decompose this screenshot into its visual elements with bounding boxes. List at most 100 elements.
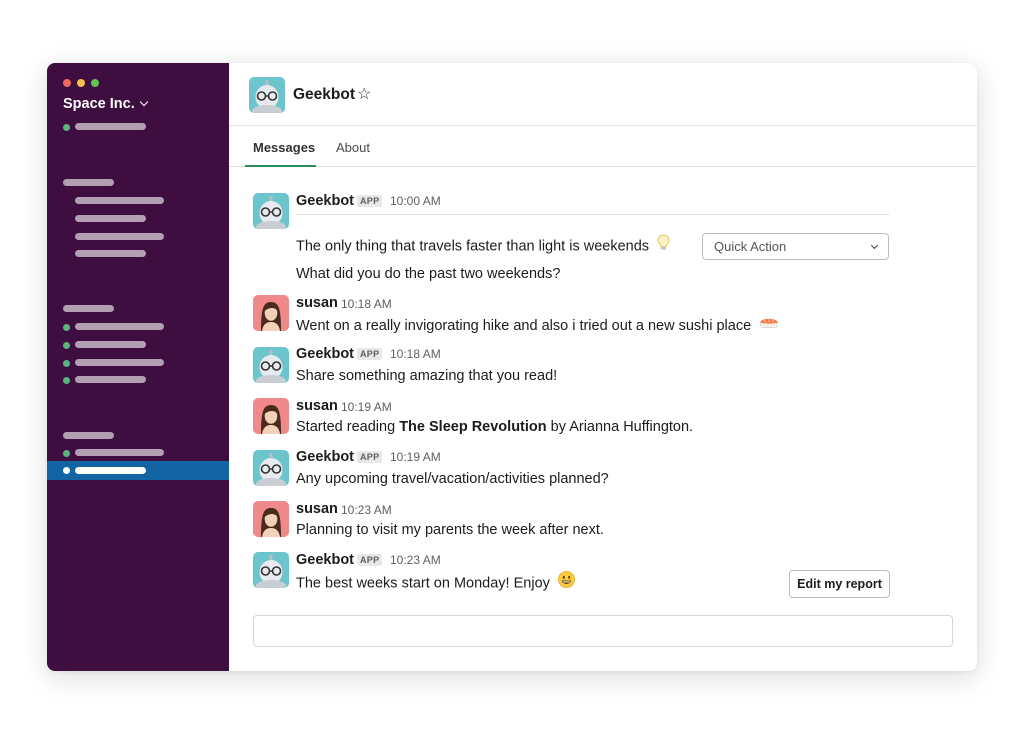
app-window: Space Inc. Geekbot ☆ Messages About Geek… <box>47 63 977 671</box>
message-text: The only thing that travels faster than … <box>296 234 670 257</box>
message-text-part: Started reading <box>296 419 400 435</box>
sidebar-dm-item[interactable] <box>47 341 229 349</box>
presence-dot-icon <box>63 341 70 349</box>
star-outline-icon[interactable]: ☆ <box>357 84 371 104</box>
tab-bar: Messages About <box>229 126 977 167</box>
sidebar-placeholder-bar <box>75 197 164 204</box>
message-line: Went on a really invigorating hike and a… <box>296 317 752 334</box>
presence-dot-icon <box>63 359 70 367</box>
geekbot-avatar[interactable] <box>249 77 285 113</box>
geekbot-avatar[interactable] <box>253 347 289 383</box>
susan-avatar[interactable] <box>253 398 289 434</box>
message-author[interactable]: susan <box>296 501 338 517</box>
sidebar-item[interactable] <box>47 233 229 241</box>
message-timestamp[interactable]: 10:23 AM <box>341 503 392 517</box>
susan-avatar[interactable] <box>253 295 289 331</box>
edit-my-report-button[interactable]: Edit my report <box>789 570 890 598</box>
message-author[interactable]: Geekbot <box>296 346 354 362</box>
message-timestamp[interactable]: 10:23 AM <box>390 553 441 567</box>
sidebar-placeholder-bar <box>75 123 146 130</box>
message-timestamp[interactable]: 10:19 AM <box>341 400 392 414</box>
app-badge: APP <box>357 451 383 463</box>
message-text: The best weeks start on Monday! Enjoy <box>296 571 575 594</box>
sidebar-app-item[interactable] <box>47 449 229 457</box>
presence-dot-icon <box>63 323 70 331</box>
app-badge: APP <box>357 195 383 207</box>
lightbulb-icon <box>657 234 670 255</box>
message-text: Any upcoming travel/vacation/activities … <box>296 471 609 487</box>
tab-messages[interactable]: Messages <box>253 140 315 155</box>
sidebar-placeholder-bar <box>75 323 164 330</box>
active-tab-indicator <box>245 165 316 167</box>
message-line: The best weeks start on Monday! Enjoy <box>296 575 550 592</box>
chevron-down-icon <box>870 241 879 250</box>
message-author[interactable]: Geekbot <box>296 449 354 465</box>
sidebar-item-geekbot-active[interactable] <box>47 461 229 480</box>
geekbot-avatar[interactable] <box>253 552 289 588</box>
sidebar: Space Inc. <box>47 63 229 671</box>
presence-dot-icon <box>63 449 70 457</box>
message-author[interactable]: susan <box>296 295 338 311</box>
window-controls <box>63 79 99 87</box>
message-text-part: by Arianna Huffington. <box>546 419 694 435</box>
sidebar-section-header[interactable] <box>47 179 229 187</box>
book-title: The Sleep Revolution <box>399 419 547 435</box>
maximize-window-button[interactable] <box>91 79 99 87</box>
minimize-window-button[interactable] <box>77 79 85 87</box>
sidebar-placeholder-bar <box>75 215 146 222</box>
presence-dot-icon <box>63 376 70 384</box>
sidebar-item[interactable] <box>47 215 229 223</box>
quick-action-label: Quick Action <box>714 239 787 254</box>
presence-dot-icon <box>63 467 70 474</box>
sidebar-placeholder-bar <box>75 467 146 474</box>
message-line: What did you do the past two weekends? <box>296 266 561 282</box>
geekbot-avatar[interactable] <box>253 193 289 229</box>
channel-header: Geekbot ☆ <box>229 63 977 126</box>
message-timestamp[interactable]: 10:18 AM <box>390 347 441 361</box>
main-pane: Geekbot ☆ Messages About Geekbot APP 10:… <box>229 63 977 671</box>
message-timestamp[interactable]: 10:18 AM <box>341 297 392 311</box>
message-author[interactable]: susan <box>296 398 338 414</box>
message-line: The only thing that travels faster than … <box>296 238 650 255</box>
sidebar-placeholder-bar <box>75 341 146 348</box>
message-text: Share something amazing that you read! <box>296 368 558 384</box>
sidebar-placeholder-bar <box>75 233 164 240</box>
message-author[interactable]: Geekbot <box>296 193 354 209</box>
sidebar-placeholder-bar <box>75 250 146 257</box>
message-text: Started reading The Sleep Revolution by … <box>296 419 693 435</box>
tab-about[interactable]: About <box>336 140 370 155</box>
sidebar-placeholder-bar <box>75 359 164 366</box>
sidebar-user-status[interactable] <box>47 123 229 131</box>
geekbot-avatar[interactable] <box>253 450 289 486</box>
app-badge: APP <box>357 348 383 360</box>
message-text: Went on a really invigorating hike and a… <box>296 317 779 335</box>
message-input[interactable] <box>253 615 953 647</box>
smiley-icon <box>558 571 575 592</box>
close-window-button[interactable] <box>63 79 71 87</box>
sidebar-placeholder-bar <box>63 305 114 312</box>
sidebar-dm-item[interactable] <box>47 376 229 384</box>
presence-dot-icon <box>63 123 70 131</box>
message-timestamp[interactable]: 10:19 AM <box>390 450 441 464</box>
sidebar-item[interactable] <box>47 197 229 205</box>
sidebar-dm-item[interactable] <box>47 359 229 367</box>
app-badge: APP <box>357 554 383 566</box>
workspace-name: Space Inc. <box>63 96 135 112</box>
susan-avatar[interactable] <box>253 501 289 537</box>
sidebar-section-header[interactable] <box>47 432 229 440</box>
message-author[interactable]: Geekbot <box>296 552 354 568</box>
sidebar-item[interactable] <box>47 250 229 258</box>
quick-action-select[interactable]: Quick Action <box>702 233 889 260</box>
sidebar-section-header[interactable] <box>47 305 229 313</box>
chevron-down-icon <box>139 97 148 107</box>
channel-title: Geekbot <box>293 86 356 103</box>
sidebar-placeholder-bar <box>63 179 114 186</box>
sidebar-placeholder-bar <box>75 376 146 383</box>
message-text: Planning to visit my parents the week af… <box>296 522 604 538</box>
workspace-switcher[interactable]: Space Inc. <box>63 96 148 112</box>
sidebar-placeholder-bar <box>63 432 114 439</box>
message-timestamp[interactable]: 10:00 AM <box>390 194 441 208</box>
sushi-icon <box>759 315 779 333</box>
sidebar-placeholder-bar <box>75 449 164 456</box>
sidebar-dm-item[interactable] <box>47 323 229 331</box>
